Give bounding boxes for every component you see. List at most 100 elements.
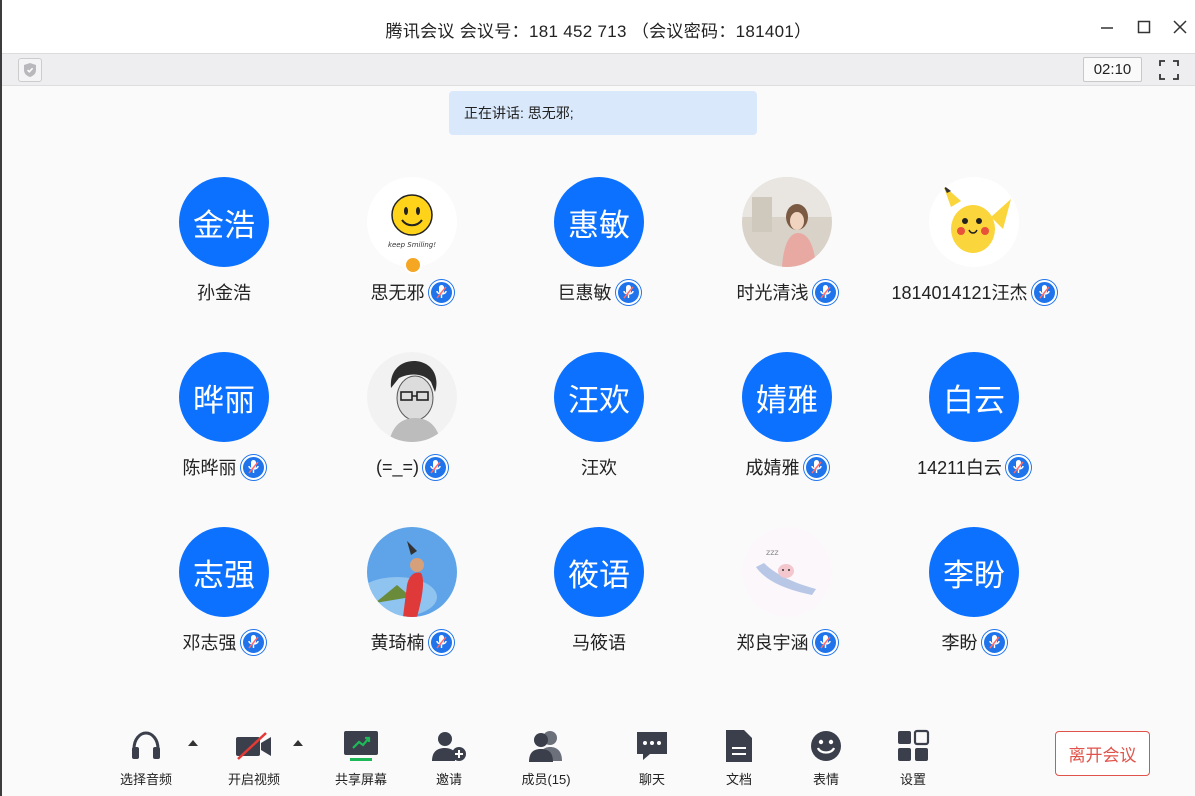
participant-name-row: 时光清浅: [737, 279, 838, 305]
participant-tile[interactable]: 李盼 李盼: [874, 527, 1074, 655]
participant-name: 郑良宇涵: [736, 633, 809, 653]
svg-text:zzz: zzz: [766, 548, 779, 557]
settings-grid-icon: [893, 726, 933, 766]
share-screen-button[interactable]: 共享屏幕: [321, 726, 401, 788]
audio-button[interactable]: 选择音频: [106, 726, 186, 788]
participant-name-row: 孙金浩: [197, 279, 251, 305]
emoji-button[interactable]: 表情: [786, 726, 866, 788]
avatar-initials: 白云: [943, 382, 1005, 418]
caret-up-icon: [188, 740, 198, 746]
avatar-caption: keep Smiling!: [387, 241, 437, 249]
participant-name: (=_=): [375, 456, 420, 477]
participant-name: 时光清浅: [736, 283, 809, 303]
participant-tile[interactable]: 筱语 马筱语: [499, 527, 699, 655]
share-screen-label: 共享屏幕: [334, 772, 387, 787]
participant-avatar: [367, 527, 457, 617]
participant-avatar: 晔丽: [179, 352, 269, 442]
participant-name-row: 成婧雅: [746, 454, 829, 480]
avatar-initials: 筱语: [568, 557, 630, 593]
participant-tile[interactable]: 白云 14211白云: [874, 352, 1074, 480]
participant-name-row: 汪欢: [581, 454, 617, 480]
meeting-window: 腾讯会议 会议号：181 452 713 （会议密码：181401） 02:10…: [0, 0, 1195, 796]
members-button[interactable]: 成员(15): [506, 726, 586, 788]
participant-name-row: 14211白云: [917, 454, 1031, 480]
participant-tile[interactable]: 金浩 孙金浩: [124, 177, 324, 305]
chat-button[interactable]: 聊天: [612, 726, 692, 788]
headphones-icon: [126, 726, 166, 766]
microphone-icon: [1013, 460, 1024, 474]
participant-tile[interactable]: 汪欢 汪欢: [499, 352, 699, 480]
participant-avatar: zzz: [742, 527, 832, 617]
participant-name: 汪欢: [581, 458, 617, 478]
participant-name: 孙金浩: [197, 283, 251, 303]
microphone-icon: [247, 635, 259, 649]
participant-tile[interactable]: keep Smiling! 思无邪: [312, 177, 512, 305]
participant-avatar: 志强: [179, 527, 269, 617]
emoji-icon: [806, 726, 846, 766]
avatar-initials: 惠敏: [568, 207, 630, 243]
participant-avatar: 李盼: [929, 527, 1019, 617]
settings-label: 设置: [899, 772, 926, 787]
participant-tile[interactable]: 1814014121汪杰: [874, 177, 1074, 305]
participant-tile[interactable]: 晔丽 陈晔丽: [124, 352, 324, 480]
participant-name: 邓志强: [182, 633, 237, 653]
participant-avatar: 金浩: [179, 177, 269, 267]
bottom-toolbar: 选择音频 开启视频 共享屏幕 邀请 成员(15) 聊天 文档 表情 设置 离开会…: [2, 710, 1195, 796]
microphone-icon: [819, 285, 831, 299]
microphone-status-icon: [1005, 454, 1031, 480]
members-label: 成员(15): [521, 772, 571, 787]
add-user-icon: [429, 726, 469, 766]
participant-grid: 金浩 孙金浩 keep Smiling! 思无邪 惠敏 巨惠敏 时光清浅 1814014121…: [2, 0, 1195, 700]
documents-button[interactable]: 文档: [699, 726, 779, 788]
avatar-initials: 婧雅: [756, 382, 818, 418]
participant-tile[interactable]: 黄琦楠: [312, 527, 512, 655]
microphone-icon: [430, 460, 441, 474]
microphone-status-icon: [240, 454, 266, 480]
participant-avatar: 汪欢: [554, 352, 644, 442]
participant-name: 成婧雅: [745, 458, 800, 478]
microphone-icon: [810, 460, 822, 474]
audio-options-caret[interactable]: [186, 736, 200, 750]
microphone-status-icon: [981, 629, 1007, 655]
participant-name: 巨惠敏: [557, 283, 612, 303]
participant-name: 马筱语: [572, 633, 626, 653]
documents-label: 文档: [725, 772, 752, 787]
members-icon: [526, 726, 566, 766]
audio-label: 选择音频: [119, 772, 172, 787]
microphone-icon: [1038, 285, 1050, 299]
settings-button[interactable]: 设置: [873, 726, 953, 788]
chat-icon: [632, 726, 672, 766]
participant-tile[interactable]: 志强邓志强: [124, 527, 324, 655]
video-options-caret[interactable]: [291, 736, 305, 750]
participant-tile[interactable]: zzz 郑良宇涵: [687, 527, 887, 655]
participant-name-row: 1814014121汪杰: [891, 279, 1057, 305]
participant-name: 1814014121汪杰: [891, 283, 1028, 303]
participant-avatar: [367, 352, 457, 442]
microphone-icon: [622, 285, 634, 299]
leave-meeting-button[interactable]: 离开会议: [1055, 731, 1150, 776]
avatar-initials: 志强: [193, 557, 255, 593]
invite-button[interactable]: 邀请: [409, 726, 489, 788]
participant-tile[interactable]: (=_=): [312, 352, 512, 480]
avatar-initials: 汪欢: [568, 382, 630, 418]
microphone-status-icon: [1031, 279, 1057, 305]
participant-avatar: 惠敏: [554, 177, 644, 267]
participant-name-row: 陈晔丽: [183, 454, 266, 480]
participant-tile[interactable]: 惠敏巨惠敏: [499, 177, 699, 305]
chat-label: 聊天: [638, 772, 665, 787]
invite-label: 邀请: [435, 772, 462, 787]
caret-up-icon: [293, 740, 303, 746]
microphone-status-icon: [428, 279, 454, 305]
participant-tile[interactable]: 时光清浅: [687, 177, 887, 305]
microphone-status-icon: [812, 629, 838, 655]
participant-name: 黄琦楠: [370, 633, 425, 653]
participant-tile[interactable]: 婧雅成婧雅: [687, 352, 887, 480]
emoji-label: 表情: [812, 772, 839, 787]
participant-name: 14211白云: [917, 458, 1002, 478]
microphone-status-icon: [423, 454, 449, 480]
avatar-initials: 晔丽: [193, 382, 255, 418]
video-button[interactable]: 开启视频: [214, 726, 294, 788]
microphone-icon: [819, 635, 831, 649]
participant-name-row: 马筱语: [572, 629, 626, 655]
document-icon: [719, 726, 759, 766]
